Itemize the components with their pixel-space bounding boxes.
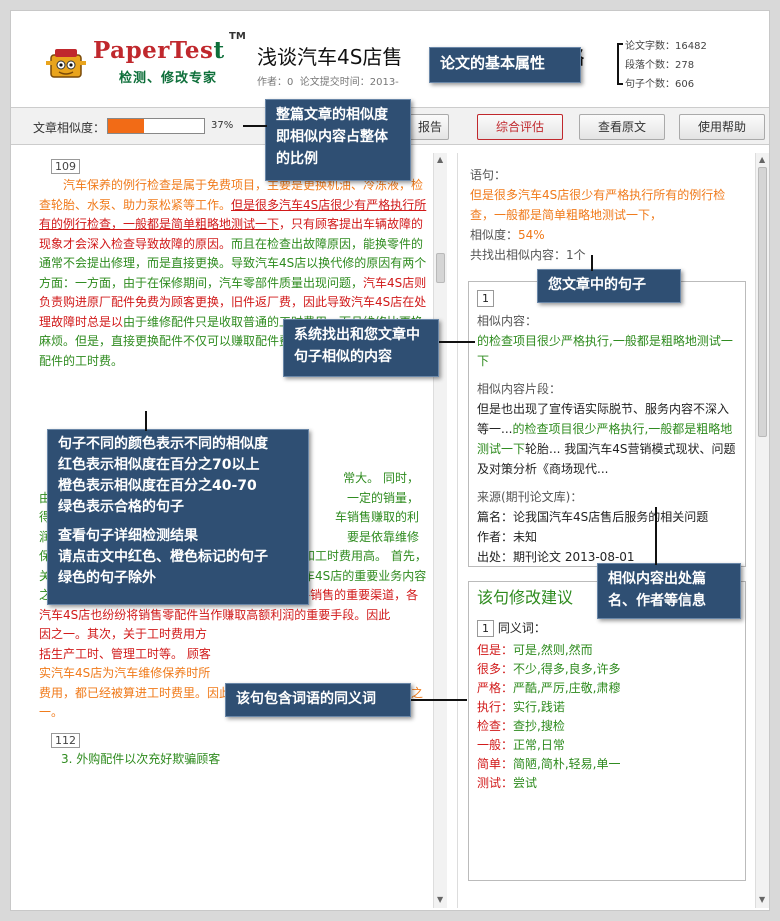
sentence-label: 语句：	[470, 168, 507, 182]
scroll-down-icon[interactable]: ▼	[759, 895, 765, 904]
callout-line	[243, 125, 267, 127]
callout-your-sentence: 您文章中的句子	[537, 269, 681, 303]
synonym-word: 严格：	[477, 681, 514, 695]
synonym-row: 但是：可是,然则,然而	[477, 641, 737, 660]
word-count: 论文字数：16482	[625, 41, 707, 52]
similarity-progress-fill	[108, 119, 144, 133]
synonym-values: 严酷,严厉,庄敬,肃穆	[513, 681, 621, 695]
synonym-row: 一般：正常,日常	[477, 736, 737, 755]
source-label: 来源(期刊论文库)：	[477, 490, 583, 504]
synonym-word: 测试：	[477, 776, 514, 790]
paragraph-112: 3. 外购配件以次充好欺骗顾客	[61, 751, 221, 766]
synonym-values: 实行,践诺	[513, 700, 565, 714]
synonym-word: 简单：	[477, 757, 514, 771]
paragraph-number: 109	[51, 159, 80, 174]
found-count: 共找出相似内容：1个	[470, 248, 586, 262]
callout-basic-attributes: 论文的基本属性	[429, 47, 581, 83]
synonym-row: 执行：实行,践诺	[477, 698, 737, 717]
header: PaperTest TM 检测、修改专家 浅谈汽车4S店售略 作者：0 论文提交…	[11, 11, 769, 103]
right-scrollbar[interactable]: ▲ ▼	[755, 153, 769, 908]
papertest-logo: PaperTest TM 检测、修改专家	[41, 31, 246, 97]
paper-meta: 作者：0 论文提交时间：2013-	[257, 77, 399, 88]
synonym-values: 尝试	[513, 776, 538, 790]
synonym-row: 测试：尝试	[477, 774, 737, 793]
help-button[interactable]: 使用帮助	[679, 114, 765, 140]
similar-content-text: 的检查项目很少严格执行,一般都是粗略地测试一下	[477, 334, 733, 368]
detail-panel: 语句： 但是很多汽车4S店很少有严格执行所有的例行检查，一般都是简单粗略地测试一…	[457, 153, 753, 908]
callout-similarity: 整篇文章的相似度即相似内容占整体的比例	[265, 99, 411, 181]
callout-line	[145, 411, 147, 431]
stats-bracket	[617, 43, 623, 85]
app-window: PaperTest TM 检测、修改专家 浅谈汽车4S店售略 作者：0 论文提交…	[10, 10, 770, 911]
scroll-up-icon[interactable]: ▲	[437, 155, 443, 164]
source-title: 篇名：论我国汽车4S店售后服务的相关问题	[477, 510, 709, 524]
left-scrollbar[interactable]: ▲ ▼	[433, 153, 447, 908]
right-scroll-thumb[interactable]	[758, 167, 767, 437]
callout-synonyms: 该句包含词语的同义词	[225, 683, 411, 717]
scroll-up-icon[interactable]: ▲	[759, 155, 765, 164]
trademark: TM	[229, 31, 246, 42]
selected-sentence: 但是很多汽车4S店很少有严格执行所有的例行检查，一般都是简单粗略地测试一下，	[470, 188, 726, 222]
fragment-label: 相似内容片段：	[477, 382, 562, 396]
paper-stats: 论文字数：16482 段落个数：278 句子个数：606	[625, 37, 707, 94]
synonym-label: 同义词：	[497, 621, 546, 635]
callout-color-legend: 句子不同的颜色表示不同的相似度 红色表示相似度在百分之70以上 橙色表示相似度在…	[47, 429, 309, 605]
callout-line	[411, 699, 467, 701]
logo-tagline: 检测、修改专家	[119, 71, 218, 86]
result-number: 1	[477, 290, 494, 307]
paragraph-count: 段落个数：278	[625, 60, 695, 71]
callout-source-info: 相似内容出处篇名、作者等信息	[597, 563, 741, 619]
view-original-button[interactable]: 查看原文	[579, 114, 665, 140]
synonym-values: 正常,日常	[513, 738, 565, 752]
sentence-detail: 语句： 但是很多汽车4S店很少有严格执行所有的例行检查，一般都是简单粗略地测试一…	[470, 165, 746, 265]
similarity-percent: 37%	[211, 120, 234, 131]
callout-line	[591, 255, 593, 271]
synonym-row: 很多：不少,得多,良多,许多	[477, 660, 737, 679]
callout-similar-content: 系统找出和您文章中句子相似的内容	[283, 319, 439, 377]
mascot-icon	[46, 49, 86, 78]
sentence-count: 句子个数：606	[625, 79, 695, 90]
synonym-row: 检查：查抄,搜检	[477, 717, 737, 736]
synonym-word: 但是：	[477, 643, 514, 657]
paragraph-number: 112	[51, 732, 80, 748]
synonym-row: 严格：严酷,严厉,庄敬,肃穆	[477, 679, 737, 698]
sentence-similarity-label: 相似度：	[470, 228, 519, 242]
synonym-word: 检查：	[477, 719, 514, 733]
synonym-values: 查抄,搜检	[513, 719, 565, 733]
synonym-word: 很多：	[477, 662, 514, 676]
scroll-down-icon[interactable]: ▼	[437, 895, 443, 904]
synonym-values: 不少,得多,良多,许多	[513, 662, 621, 676]
similar-fragment: 但是也出现了宣传语实际脱节、服务内容不深入等一...的检查项目很少严格执行,一般…	[477, 402, 736, 476]
left-scroll-thumb[interactable]	[436, 253, 445, 283]
synonym-values: 简陋,简朴,轻易,单一	[513, 757, 621, 771]
overall-evaluation-button[interactable]: 综合评估	[477, 114, 563, 140]
similarity-progress-bar	[107, 118, 205, 134]
similar-content-card: 1 相似内容： 的检查项目很少严格执行,一般都是粗略地测试一下 相似内容片段： …	[468, 281, 746, 567]
similar-content-label: 相似内容：	[477, 314, 538, 328]
synonym-word: 一般：	[477, 738, 514, 752]
synonym-row: 简单：简陋,简朴,轻易,单一	[477, 755, 737, 774]
suggestion-number: 1	[477, 620, 494, 637]
source-author: 作者：未知	[477, 530, 538, 544]
synonym-values: 可是,然则,然而	[513, 643, 593, 657]
callout-line	[439, 341, 475, 343]
suggestion-card: 该句修改建议 1 同义词： 但是：可是,然则,然而 很多：不少,得多,良多,许多严…	[468, 581, 746, 881]
logo-wordmark: PaperTest	[93, 37, 225, 64]
similarity-label: 文章相似度：	[33, 121, 106, 135]
synonym-word: 执行：	[477, 700, 514, 714]
synonym-list: 但是：可是,然则,然而 很多：不少,得多,良多,许多 严格：严酷,严厉,庄敬,肃穆执…	[477, 641, 737, 793]
callout-line	[655, 507, 657, 565]
sentence-similarity-value: 54%	[518, 228, 545, 242]
